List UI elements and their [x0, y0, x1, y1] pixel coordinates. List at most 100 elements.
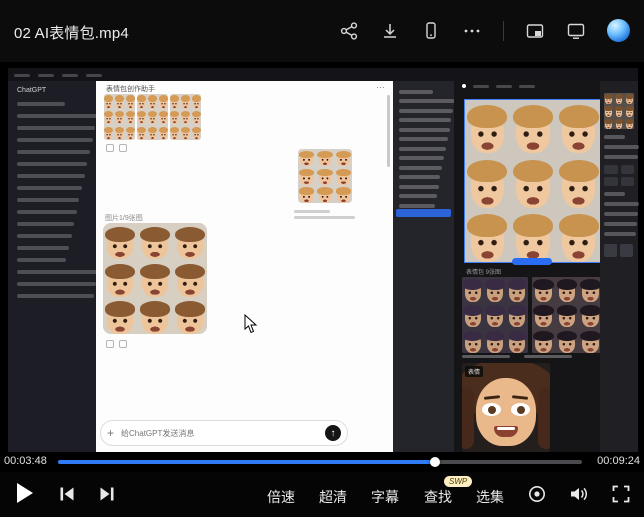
phone-icon[interactable] — [421, 21, 441, 41]
seek-handle[interactable] — [430, 457, 440, 467]
chat-menu-icon[interactable]: ⋯ — [376, 82, 385, 93]
chat-scrollbar[interactable] — [387, 95, 390, 167]
assistant-sphere-icon[interactable] — [607, 19, 630, 42]
speed-button[interactable]: 倍速 — [267, 487, 295, 507]
preview-face-eye — [482, 403, 501, 416]
text-placeholder — [17, 186, 82, 190]
current-time: 00:03:48 — [4, 455, 47, 467]
text-placeholder — [17, 102, 65, 106]
message-feedback-icons — [106, 340, 127, 348]
video-frame[interactable]: ChatGPT 表情包创作助手 ⋯ 图片1/9张图 — [0, 62, 644, 452]
text-placeholder — [604, 135, 625, 139]
history-thumbnail[interactable] — [604, 244, 617, 257]
text-placeholder — [294, 216, 355, 219]
preview-face-eye — [511, 403, 530, 416]
chat-header-title: 表情包创作助手 — [106, 84, 155, 94]
caption-placeholder — [462, 355, 510, 358]
generated-image-thumbnail[interactable] — [137, 94, 168, 140]
send-button[interactable]: ↑ — [325, 425, 341, 441]
swp-badge: SWP — [444, 476, 472, 487]
thumbs-down-icon[interactable] — [119, 340, 127, 348]
text-placeholder — [399, 137, 448, 141]
reference-thumbnail[interactable] — [604, 93, 634, 129]
chat-brand-label: ChatGPT — [17, 87, 87, 94]
asset-tree-panel — [393, 81, 454, 452]
selected-expression-sheet[interactable] — [464, 99, 602, 263]
expression-sheet-variant-b[interactable] — [532, 277, 602, 353]
thumbs-down-icon[interactable] — [119, 144, 127, 152]
generated-image-thumbnail[interactable] — [170, 94, 201, 140]
text-placeholder — [473, 85, 489, 88]
next-button[interactable] — [98, 486, 116, 502]
download-icon[interactable] — [380, 21, 400, 41]
text-placeholder — [399, 194, 437, 198]
thumbs-up-icon[interactable] — [106, 144, 114, 152]
text-placeholder — [604, 202, 639, 206]
text-placeholder — [17, 234, 72, 238]
message-feedback-icons — [106, 144, 127, 152]
text-placeholder — [399, 185, 439, 189]
text-placeholder — [17, 174, 85, 178]
fullscreen-icon[interactable] — [611, 484, 631, 504]
text-placeholder — [399, 156, 444, 160]
play-button[interactable] — [17, 483, 33, 503]
text-placeholder — [17, 126, 95, 130]
snapshot-icon[interactable] — [525, 21, 545, 41]
more-icon[interactable] — [462, 21, 482, 41]
volume-icon[interactable] — [569, 485, 588, 503]
history-thumbnail[interactable] — [620, 244, 633, 257]
editor-toolbar — [462, 84, 535, 88]
character-preview-image[interactable]: 表情 — [462, 363, 550, 452]
text-placeholder — [399, 128, 450, 132]
chat-panel: 表情包创作助手 ⋯ 图片1/9张图 — [96, 81, 393, 452]
text-placeholder — [399, 118, 451, 122]
chat-input-bar[interactable]: + ↑ — [100, 420, 348, 446]
cast-screen-icon[interactable] — [566, 21, 586, 41]
variant-captions-placeholder — [462, 355, 602, 358]
thumbs-up-icon[interactable] — [106, 340, 114, 348]
seek-bar[interactable] — [58, 460, 582, 464]
record-icon[interactable] — [527, 484, 547, 504]
episodes-button[interactable]: 选集 — [476, 487, 504, 507]
text-placeholder — [17, 258, 66, 262]
selected-tree-item[interactable] — [396, 209, 451, 217]
text-placeholder — [62, 74, 78, 77]
quality-button[interactable]: 超清 — [319, 487, 347, 507]
text-placeholder — [17, 114, 98, 118]
text-placeholder — [399, 99, 455, 103]
property-button[interactable] — [604, 165, 618, 174]
expression-sheet-variant-a[interactable] — [462, 277, 528, 353]
text-placeholder — [17, 294, 94, 298]
generated-image-thumbnail[interactable] — [104, 94, 135, 140]
text-placeholder — [399, 90, 433, 94]
preview-face-mouth — [494, 426, 518, 437]
chat-input[interactable] — [119, 428, 320, 439]
properties-text-placeholder — [600, 192, 638, 236]
titlebar-actions — [339, 19, 630, 42]
emoji-grid-image-small[interactable] — [298, 149, 352, 203]
property-button[interactable] — [604, 177, 618, 186]
recorded-app-window: ChatGPT 表情包创作助手 ⋯ 图片1/9张图 — [8, 68, 638, 452]
previous-button[interactable] — [58, 486, 76, 502]
preview-badge: 表情 — [465, 366, 483, 377]
emoji-grid-image-large[interactable] — [103, 223, 207, 334]
text-placeholder — [496, 85, 512, 88]
caption-placeholder — [524, 355, 572, 358]
total-duration: 00:09:24 — [597, 455, 640, 467]
share-icon[interactable] — [339, 21, 359, 41]
properties-text-placeholder — [600, 135, 638, 159]
preview-face — [476, 378, 536, 446]
attach-plus-icon[interactable]: + — [107, 427, 114, 439]
property-button[interactable] — [621, 177, 635, 186]
text-placeholder — [17, 270, 99, 274]
property-button[interactable] — [621, 165, 635, 174]
mouse-cursor — [244, 314, 258, 334]
find-button[interactable]: 查找 — [424, 487, 452, 507]
subtitles-button[interactable]: 字幕 — [371, 487, 399, 507]
generated-image-row — [104, 94, 201, 140]
text-placeholder — [604, 212, 638, 216]
selected-sheet-caption: 表情包 9张图 — [466, 267, 501, 276]
text-placeholder — [17, 222, 74, 226]
text-placeholder — [17, 282, 96, 286]
text-placeholder — [399, 166, 442, 170]
